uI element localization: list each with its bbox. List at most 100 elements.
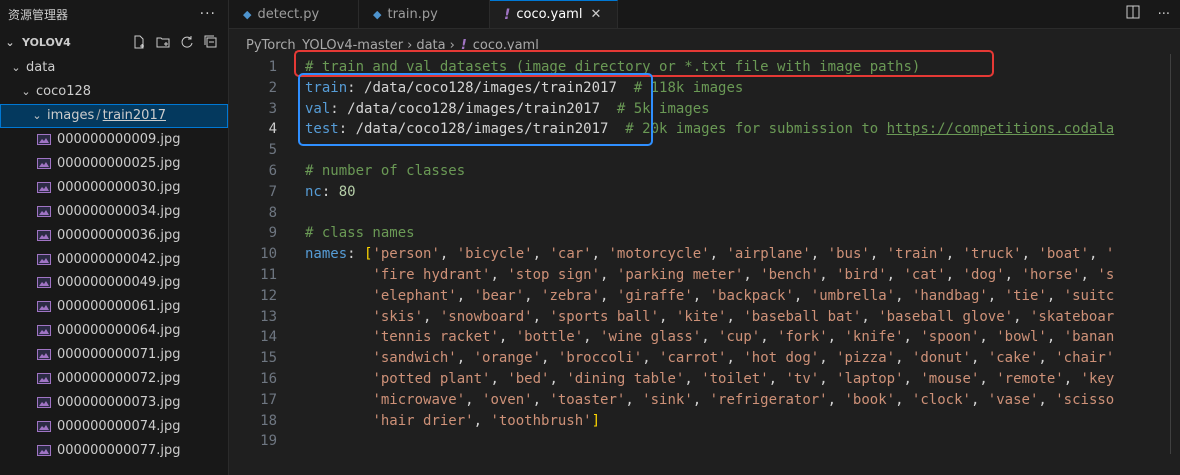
tree-file[interactable]: 000000000030.jpg [0, 175, 228, 199]
explorer-title: 资源管理器 [8, 7, 69, 22]
new-folder-icon[interactable] [156, 35, 170, 49]
token-str: 'bus' [827, 246, 870, 263]
tab-coco-yaml[interactable]: ! coco.yaml ✕ [490, 0, 618, 28]
more-actions-icon[interactable]: ··· [1158, 7, 1170, 22]
token-punc: , [1046, 329, 1064, 346]
token-punc: , [1013, 308, 1030, 325]
code-text: nc: 80 [305, 182, 356, 203]
chevron-down-icon[interactable]: ⌄ [8, 61, 24, 74]
token-str: 'potted plant' [372, 371, 491, 387]
tree-file[interactable]: 000000000074.jpg [0, 414, 228, 438]
token-punc: , [456, 350, 474, 367]
python-icon: ◆ [373, 7, 382, 21]
tree-file[interactable]: 000000000073.jpg [0, 390, 228, 414]
token-str: 'motorcycle' [608, 246, 710, 263]
close-icon[interactable]: ✕ [590, 7, 601, 22]
tab-label: coco.yaml [516, 7, 583, 22]
token-link[interactable]: https://competitions.codala [887, 121, 1115, 137]
code-text: 'potted plant', 'bed', 'dining table', '… [305, 369, 1114, 390]
token-punc: , [692, 287, 710, 304]
chevron-down-icon[interactable]: ⌄ [29, 109, 45, 122]
code-line: 6 # number of classes [229, 161, 1180, 182]
tree-file[interactable]: 000000000061.jpg [0, 295, 228, 319]
image-file-icon [37, 277, 51, 289]
image-file-icon [37, 181, 51, 193]
tree-label: 000000000034.jpg [57, 203, 181, 219]
tree-file[interactable]: 000000000025.jpg [0, 152, 228, 176]
image-file-icon [37, 420, 51, 432]
token-str: 'knife' [844, 329, 904, 346]
token-punc: , [945, 267, 963, 283]
tab-train-py[interactable]: ◆ train.py [359, 0, 490, 28]
code-line: 8 [229, 203, 1180, 224]
token-str: 'sink' [642, 391, 693, 408]
tree-folder[interactable]: ⌄ coco128 [0, 80, 228, 104]
token-str: 'oven' [482, 391, 533, 408]
tree-file[interactable]: 000000000034.jpg [0, 199, 228, 223]
code-text: 'microwave', 'oven', 'toaster', 'sink', … [305, 390, 1114, 411]
token-str: 'elephant' [372, 287, 457, 304]
token-punc: , [532, 246, 550, 263]
token-punc: , [987, 287, 1005, 304]
token-str: ' [1105, 246, 1115, 263]
image-file-icon [37, 349, 51, 361]
tree-file[interactable]: 000000000009.jpg [0, 128, 228, 152]
token-punc: , [1046, 287, 1064, 304]
project-header[interactable]: ⌄ YOLOV4 [0, 28, 228, 56]
token-str: 'hot dog' [743, 350, 820, 367]
token-punc: , [490, 267, 508, 283]
token-str: 'pizza' [836, 350, 896, 367]
tree-file[interactable]: 000000000077.jpg [0, 438, 228, 462]
line-number: 17 [260, 391, 277, 408]
more-actions-icon[interactable]: ··· [200, 6, 216, 22]
token-punc: , [1063, 371, 1081, 387]
tab-label: train.py [387, 6, 438, 22]
code-text: 'tennis racket', 'bottle', 'wine glass',… [305, 327, 1114, 348]
tree-folder[interactable]: ⌄ data [0, 56, 228, 80]
tab-detect-py[interactable]: ◆ detect.py [229, 0, 359, 28]
tab-label: detect.py [257, 6, 320, 22]
token-str: 'tie' [1004, 287, 1047, 304]
tree-label: 000000000077.jpg [57, 442, 181, 458]
tree-file[interactable]: 000000000036.jpg [0, 223, 228, 247]
python-icon: ◆ [243, 7, 252, 21]
token-str: 'banan [1063, 329, 1115, 346]
image-file-icon [37, 301, 51, 313]
token-str: 'wine glass' [600, 329, 702, 346]
chevron-down-icon[interactable]: ⌄ [2, 36, 18, 49]
token-punc: , [583, 329, 601, 346]
line-number: 15 [260, 350, 277, 367]
line-number: 19 [260, 433, 277, 450]
token-str: 'bottle' [515, 329, 584, 346]
tree-folder[interactable]: ⌄ images / train2017 [0, 103, 228, 128]
token-punc: , [709, 246, 727, 263]
split-editor-icon[interactable] [1126, 5, 1140, 23]
line-number: 3 [268, 100, 277, 117]
token-str: 'bench' [760, 267, 820, 283]
token-comment: # class names [305, 225, 415, 242]
tree-file[interactable]: 000000000072.jpg [0, 367, 228, 391]
code-line: 16 'potted plant', 'bed', 'dining table'… [229, 369, 1180, 390]
token-str: 'umbrella' [810, 287, 896, 304]
token-str: 'sandwich' [372, 350, 457, 367]
token-str: 'handbag' [911, 287, 988, 304]
token-str: 'backpack' [709, 287, 794, 304]
tree-label: 000000000074.jpg [57, 418, 181, 434]
new-file-icon[interactable] [132, 35, 146, 49]
collapse-all-icon[interactable] [204, 35, 218, 49]
tree-file[interactable]: 000000000042.jpg [0, 247, 228, 271]
refresh-icon[interactable] [180, 35, 194, 49]
tree-label: 000000000042.jpg [57, 251, 181, 267]
token-key: nc [305, 183, 322, 200]
token-punc: , [423, 308, 440, 325]
tree-file[interactable]: 000000000071.jpg [0, 343, 228, 367]
tree-file[interactable]: 000000000049.jpg [0, 271, 228, 295]
line-number: 2 [268, 79, 277, 96]
code-text: # number of classes [305, 161, 465, 182]
token-str: 'refrigerator' [709, 391, 828, 408]
chevron-down-icon[interactable]: ⌄ [18, 85, 34, 98]
tree-file[interactable]: 000000000064.jpg [0, 319, 228, 343]
